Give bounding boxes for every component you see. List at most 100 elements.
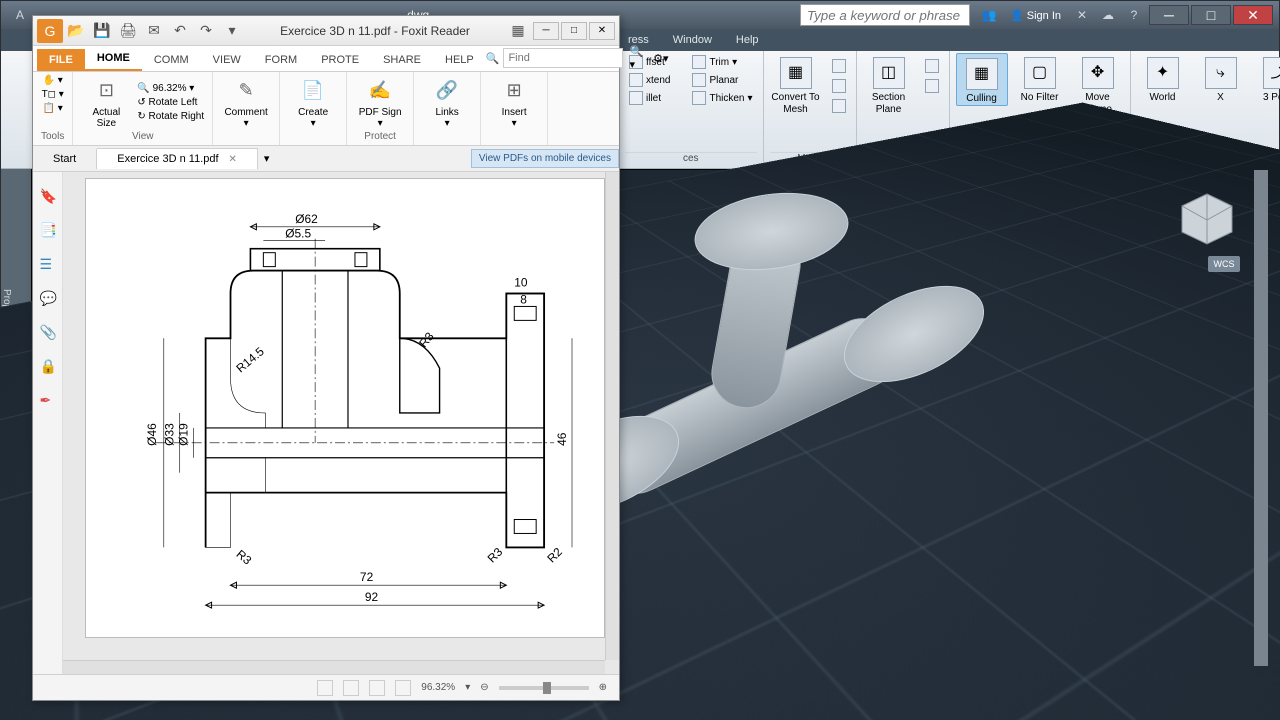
search-people-icon[interactable]: 👥 [980, 6, 998, 24]
lwt-icon[interactable] [365, 700, 381, 716]
rotate-left-button[interactable]: ↺ Rotate Left [137, 96, 204, 109]
close-tab-icon[interactable]: ✕ [229, 154, 237, 165]
minimize-button[interactable]: ─ [533, 22, 559, 40]
tab-dropdown-icon[interactable]: ▾ [264, 152, 270, 165]
status-icon[interactable] [461, 700, 477, 716]
foxit-viewer[interactable]: Ø62 Ø5.5 R14.5 R3 Ø46 Ø33 Ø19 46 10 8 72 [63, 172, 619, 674]
tab-comment[interactable]: COMM [142, 49, 201, 71]
layers-icon[interactable]: ☰ [40, 256, 56, 272]
extend-button[interactable]: xtend [625, 71, 674, 89]
ortho-icon[interactable] [269, 700, 285, 716]
snapshot-tool[interactable]: 📋 ▾ [43, 102, 63, 115]
section-plane-button[interactable]: ◫Section Plane [863, 53, 915, 116]
redo-icon[interactable]: ↷ [193, 19, 219, 43]
undo-icon[interactable]: ↶ [167, 19, 193, 43]
attachments-icon[interactable]: 📎 [40, 324, 56, 340]
trim-button[interactable]: Trim ▾ [688, 53, 756, 71]
signatures-icon[interactable]: ✒ [40, 392, 56, 408]
pdf-sign-button[interactable]: ✍PDF Sign▾ [355, 77, 405, 129]
foxit-app-icon[interactable]: G [37, 19, 63, 43]
status-icon[interactable] [437, 700, 453, 716]
tab-file[interactable]: FILE [37, 49, 85, 71]
status-icon[interactable] [651, 700, 667, 716]
culling-button[interactable]: ▦Culling [956, 53, 1008, 106]
status-icon[interactable] [509, 700, 525, 716]
view-mode-single-icon[interactable] [317, 680, 333, 696]
viewcube[interactable] [1176, 188, 1238, 250]
section-opt[interactable] [921, 57, 943, 75]
rotate-right-button[interactable]: ↻ Rotate Right [137, 110, 204, 123]
email-icon[interactable]: ✉ [141, 19, 167, 43]
close-button[interactable]: ✕ [589, 22, 615, 40]
wcs-badge[interactable]: WCS [1208, 256, 1240, 272]
maximize-button[interactable]: □ [1191, 5, 1231, 25]
links-button[interactable]: 🔗Links▾ [422, 77, 472, 129]
snap-icon[interactable] [245, 700, 261, 716]
tab-view[interactable]: VIEW [201, 49, 253, 71]
ribbon-mode-icon[interactable]: ▦ [505, 19, 531, 43]
tab-protect[interactable]: PROTE [309, 49, 371, 71]
sign-in-button[interactable]: 👤 Sign In [1002, 4, 1069, 26]
insert-button[interactable]: ⊞Insert▾ [489, 77, 539, 129]
zoom-in-button[interactable]: ⊕ [599, 682, 607, 693]
otrack-icon[interactable] [341, 700, 357, 716]
section-opt[interactable] [921, 77, 943, 95]
planar-button[interactable]: Planar [688, 71, 756, 89]
find-input[interactable] [503, 48, 623, 68]
mesh-opt[interactable] [828, 57, 850, 75]
open-icon[interactable]: 📂 [63, 19, 89, 43]
polar-icon[interactable] [293, 700, 309, 716]
pages-icon[interactable]: 📑 [40, 222, 56, 238]
status-icon[interactable] [485, 700, 501, 716]
tab-share[interactable]: SHARE [371, 49, 433, 71]
model-tab[interactable]: MODEL [151, 700, 201, 715]
settings-icon[interactable]: ⚙▾ [653, 52, 668, 65]
close-button[interactable]: ✕ [1233, 5, 1273, 25]
3point-button[interactable]: ⤴3 Point [1253, 53, 1280, 104]
ucs-x-button[interactable]: ⤷X [1195, 53, 1247, 104]
doc-tab-start[interactable]: Start [33, 149, 97, 169]
comments-icon[interactable]: 💬 [40, 290, 56, 306]
view-mode-facing-icon[interactable] [369, 680, 385, 696]
security-icon[interactable]: 🔒 [40, 358, 56, 374]
grid-icon[interactable] [208, 700, 224, 716]
tab-home[interactable]: HOME [85, 47, 142, 71]
help-icon[interactable]: ? [1125, 6, 1143, 24]
status-icon[interactable] [732, 700, 748, 716]
thicken-button[interactable]: Thicken ▾ [688, 89, 756, 107]
find-dropdown-icon[interactable]: 🔍▾ [629, 45, 643, 71]
viewer-scroll-v[interactable] [605, 172, 619, 660]
status-icon[interactable] [780, 700, 796, 716]
scale-label[interactable]: 1:1 / 100% [557, 702, 605, 713]
exchange-icon[interactable]: ✕ [1073, 6, 1091, 24]
transparency-icon[interactable] [389, 700, 405, 716]
minimize-button[interactable]: ─ [1149, 5, 1189, 25]
viewport-scroll-v[interactable] [1254, 170, 1268, 666]
view-mode-continuous-facing-icon[interactable] [395, 680, 411, 696]
status-icon[interactable] [533, 700, 549, 716]
promo-banner[interactable]: View PDFs on mobile devices [471, 149, 619, 168]
menu-item[interactable]: Help [724, 34, 771, 46]
hand-tool[interactable]: ✋ ▾ [43, 74, 63, 87]
mesh-opt[interactable] [828, 97, 850, 115]
fillet-button[interactable]: illet [625, 89, 674, 107]
cycling-icon[interactable] [413, 700, 429, 716]
doc-tab-file[interactable]: Exercice 3D n 11.pdf✕ [97, 148, 258, 169]
status-icon[interactable] [804, 700, 820, 716]
tab-help[interactable]: HELP [433, 49, 486, 71]
mesh-opt[interactable] [828, 77, 850, 95]
actual-size-button[interactable]: ⊡Actual Size [81, 77, 131, 129]
zoom-value[interactable]: 🔍 96.32% ▾ [137, 82, 204, 95]
find-icon[interactable]: 🔍 [486, 52, 500, 65]
status-icon[interactable] [756, 700, 772, 716]
zoom-out-button[interactable]: ⊖ [480, 682, 488, 693]
bookmark-icon[interactable]: 🔖 [40, 188, 56, 204]
dropdown-icon[interactable]: ▾ [719, 702, 724, 713]
qat-dropdown-icon[interactable]: ▾ [219, 19, 245, 43]
zoom-slider[interactable] [499, 686, 589, 690]
viewer-scroll-h[interactable] [63, 660, 605, 674]
gear-icon[interactable] [613, 700, 629, 716]
osnap-icon[interactable] [317, 700, 333, 716]
create-button[interactable]: 📄Create▾ [288, 77, 338, 129]
maximize-button[interactable]: □ [561, 22, 587, 40]
